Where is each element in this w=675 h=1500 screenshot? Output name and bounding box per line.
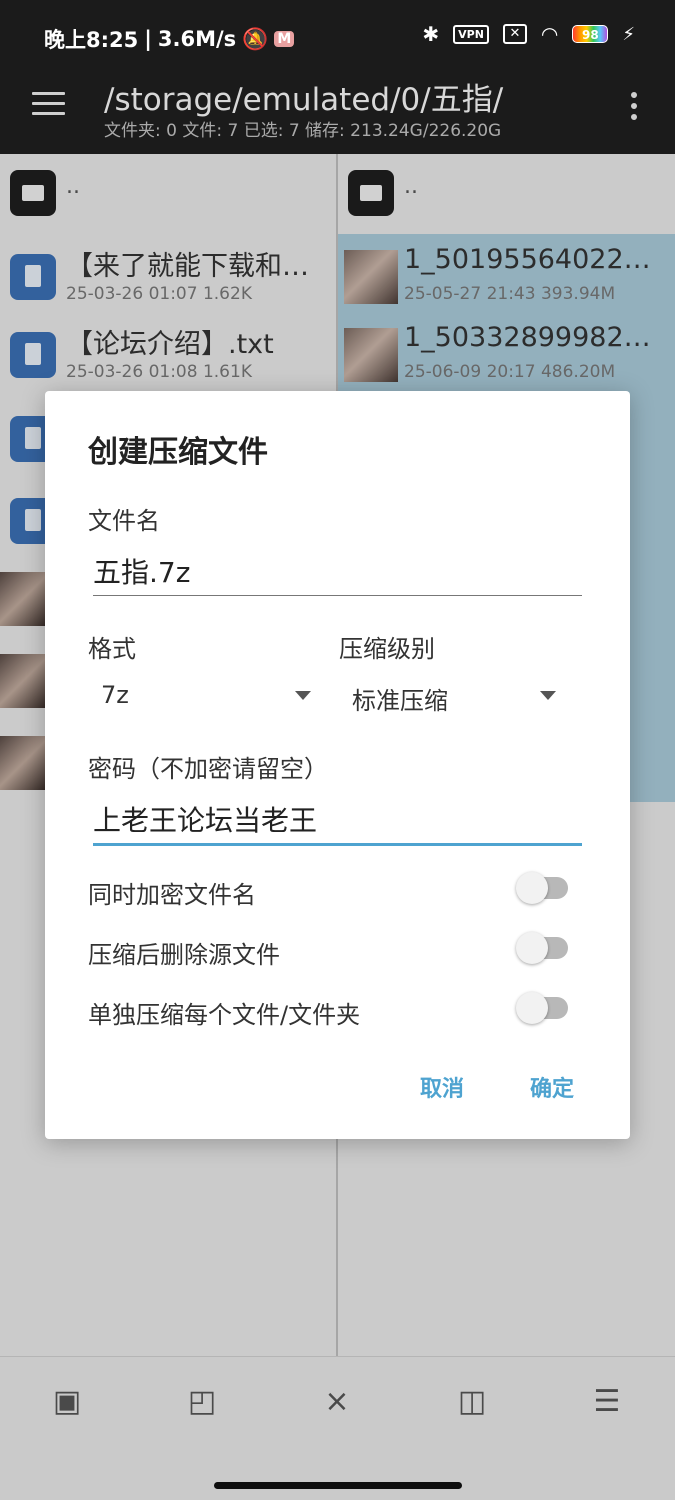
folder-stats: 文件夹: 0 文件: 7 已选: 7 储存: 213.24G/226.20G <box>104 121 502 141</box>
filename-label: 文件名 <box>88 507 160 535</box>
charging-icon: ⚡ <box>622 23 635 45</box>
level-label: 压缩级别 <box>339 635 435 663</box>
delete-source-label: 压缩后删除源文件 <box>88 941 280 969</box>
chevron-down-icon <box>540 691 556 700</box>
filename-input[interactable] <box>93 551 582 591</box>
status-right: ✱ VPN ✕ ◠ 98 ⚡ <box>422 22 635 46</box>
battery-icon: 98 <box>572 25 609 43</box>
format-select[interactable]: 7z <box>101 681 311 721</box>
password-input[interactable] <box>93 799 582 839</box>
filename-underline <box>93 595 582 596</box>
format-value: 7z <box>101 681 129 709</box>
password-label: 密码（不加密请留空） <box>88 755 328 783</box>
level-value: 标准压缩 <box>352 687 448 715</box>
level-select[interactable]: 标准压缩 <box>352 681 556 721</box>
ok-button[interactable]: 确定 <box>530 1071 574 1103</box>
dialog-title: 创建压缩文件 <box>88 435 268 470</box>
password-underline <box>93 843 582 846</box>
compress-separately-label: 单独压缩每个文件/文件夹 <box>88 1001 361 1029</box>
wifi-icon: ◠ <box>540 22 559 46</box>
vpn-icon: VPN <box>453 24 489 44</box>
encrypt-filenames-toggle[interactable] <box>516 872 568 904</box>
mute-icon: 🔕 <box>242 26 269 51</box>
status-left: 晚上8:25 | 3.6M/s 🔕 M <box>44 24 295 54</box>
sim-off-icon: ✕ <box>502 24 527 44</box>
status-bar: 晚上8:25 | 3.6M/s 🔕 M ✱ VPN ✕ ◠ 98 ⚡ <box>0 0 675 72</box>
format-label: 格式 <box>88 635 136 663</box>
compress-separately-toggle[interactable] <box>516 992 568 1024</box>
compress-separately-row[interactable]: 单独压缩每个文件/文件夹 <box>88 989 578 1033</box>
delete-source-toggle[interactable] <box>516 932 568 964</box>
more-options-icon[interactable] <box>631 92 639 122</box>
chevron-down-icon <box>295 691 311 700</box>
app-bar: /storage/emulated/0/五指/ 文件夹: 0 文件: 7 已选:… <box>0 72 675 154</box>
network-speed: 3.6M/s <box>157 27 237 51</box>
current-path: /storage/emulated/0/五指/ <box>104 82 504 118</box>
cancel-button[interactable]: 取消 <box>420 1071 464 1103</box>
notification-icon: M <box>274 31 295 47</box>
menu-icon[interactable] <box>32 92 65 116</box>
create-archive-dialog: 创建压缩文件 文件名 格式 压缩级别 7z 标准压缩 密码（不加密请留空） 同时… <box>45 391 630 1139</box>
encrypt-filenames-label: 同时加密文件名 <box>88 881 256 909</box>
clock: 晚上8:25 <box>44 28 139 52</box>
encrypt-filenames-row[interactable]: 同时加密文件名 <box>88 869 578 913</box>
bluetooth-icon: ✱ <box>422 22 440 46</box>
delete-source-row[interactable]: 压缩后删除源文件 <box>88 929 578 973</box>
